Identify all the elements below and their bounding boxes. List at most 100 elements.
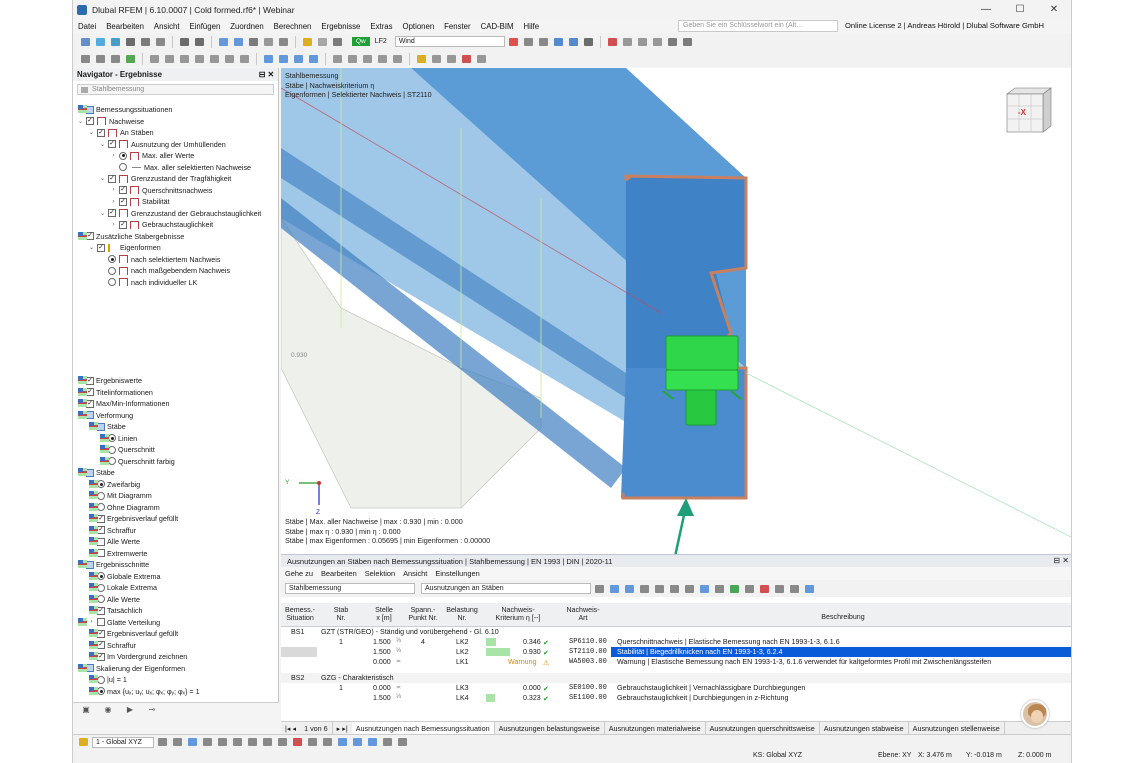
- filter-icon[interactable]: [507, 36, 520, 48]
- tab-by-situation[interactable]: Ausnutzungen nach Bemessungssituation: [351, 721, 495, 735]
- tree-item[interactable]: Querschnitt farbig: [99, 456, 175, 467]
- tree-item[interactable]: ›Ergebniswerte: [77, 375, 142, 386]
- layer-icon[interactable]: [306, 736, 319, 748]
- tree-item[interactable]: ⌄Eigenformen: [88, 242, 161, 253]
- tree-item[interactable]: ⌄Grenzzustand der Gebrauchstauglichkeit: [99, 208, 261, 219]
- tree-item[interactable]: Extremwerte: [88, 548, 147, 559]
- tree-item[interactable]: Max/Min-Informationen: [77, 398, 170, 409]
- menu-ansicht[interactable]: Ansicht: [149, 22, 185, 31]
- tree-item[interactable]: ⌄An Stäben: [88, 127, 154, 138]
- hinge-icon[interactable]: [681, 36, 694, 48]
- snap-icon[interactable]: [277, 53, 290, 65]
- menu-bearbeiten[interactable]: Bearbeiten: [101, 22, 149, 31]
- view-icon[interactable]: [186, 736, 199, 748]
- osnap-icon[interactable]: [171, 736, 184, 748]
- zoom-all-icon[interactable]: [381, 736, 394, 748]
- table-row[interactable]: 1.500 ⅓ LK4 0.323 ✔ SE1100.00 Gebrauchst…: [281, 693, 1071, 703]
- coordinate-system-combo[interactable]: 1 - Global XYZ: [92, 736, 154, 748]
- camera-icon[interactable]: [277, 36, 290, 48]
- navigator-close-icon[interactable]: ⊟ ✕: [259, 70, 274, 79]
- columns-icon[interactable]: [668, 583, 681, 595]
- tree-item[interactable]: Tatsächlich: [88, 605, 143, 616]
- results-icon[interactable]: [316, 36, 329, 48]
- rotate-icon[interactable]: [178, 53, 191, 65]
- measure-icon[interactable]: [331, 53, 344, 65]
- cloud-icon[interactable]: [109, 36, 122, 48]
- prev-icon[interactable]: [593, 583, 606, 595]
- marker-icon[interactable]: [758, 583, 771, 595]
- workplane-icon[interactable]: [292, 53, 305, 65]
- results-menu-goto[interactable]: Gehe zu: [281, 569, 317, 578]
- tab-by-material[interactable]: Ausnutzungen materialweise: [605, 721, 706, 735]
- tab-by-section[interactable]: Ausnutzungen querschnittsweise: [706, 721, 820, 735]
- results-menu-view[interactable]: Ansicht: [399, 569, 431, 578]
- pager-next-icon[interactable]: ▸ ▸|: [333, 722, 352, 735]
- table-row-selected[interactable]: 1.500 ⅓ LK2 0.930 ✔ ST2110.00 Stabilität…: [281, 647, 1071, 657]
- design-addon-combo[interactable]: Stahlbemessung: [285, 583, 415, 594]
- delete-icon[interactable]: [606, 36, 619, 48]
- filter-table-icon[interactable]: [698, 583, 711, 595]
- view-cube[interactable]: -X: [1005, 86, 1053, 134]
- tree-item[interactable]: Titelinformationen: [77, 387, 153, 398]
- menu-einfuegen[interactable]: Einfügen: [185, 22, 226, 31]
- results-menu-settings[interactable]: Einstellungen: [431, 569, 483, 578]
- values-icon[interactable]: [430, 53, 443, 65]
- print-table-icon[interactable]: [743, 583, 756, 595]
- view-mode-icon[interactable]: [217, 36, 230, 48]
- snap-grid-icon[interactable]: [156, 736, 169, 748]
- scale-icon[interactable]: [208, 53, 221, 65]
- group-row[interactable]: BS1 GZT (STR/GEO) - Ständig und vorüberg…: [281, 627, 1071, 637]
- top-view-icon[interactable]: [366, 736, 379, 748]
- search-icon[interactable]: [773, 583, 786, 595]
- tree-item[interactable]: Zweifarbig: [88, 479, 140, 490]
- tree-item[interactable]: Schraffur: [88, 525, 136, 536]
- minimize-button[interactable]: —: [969, 0, 1003, 19]
- coordinate-system-icon[interactable]: [77, 736, 90, 748]
- close-button[interactable]: ✕: [1037, 0, 1071, 19]
- menu-hilfe[interactable]: Hilfe: [519, 22, 545, 31]
- rows-icon[interactable]: [683, 583, 696, 595]
- export-icon[interactable]: [653, 583, 666, 595]
- ortho-mode-icon[interactable]: [201, 736, 214, 748]
- connect-icon[interactable]: [238, 53, 251, 65]
- tree-item[interactable]: ⌄Ausnutzung der Umhüllenden: [99, 139, 226, 150]
- funnel-icon[interactable]: [803, 583, 816, 595]
- isometric-icon[interactable]: [336, 736, 349, 748]
- member-icon[interactable]: [522, 36, 535, 48]
- tree-item[interactable]: Alle Werte: [88, 536, 140, 547]
- dimension-icon[interactable]: [582, 36, 595, 48]
- menu-berechnen[interactable]: Berechnen: [269, 22, 317, 31]
- tree-item[interactable]: Linien: [99, 433, 137, 444]
- table-row[interactable]: 1 0.000 ≍ LK3 0.000 ✔ SE0100.00 Gebrauch…: [281, 683, 1071, 693]
- tree-item[interactable]: Querschnitt: [99, 444, 155, 455]
- tree-item[interactable]: Im Vordergrund zeichnen: [88, 651, 187, 662]
- undo-icon[interactable]: [178, 36, 191, 48]
- tree-item[interactable]: |u| = 1: [88, 674, 127, 685]
- tab-by-location[interactable]: Ausnutzungen stellenweise: [909, 721, 1005, 735]
- tree-item[interactable]: nach maßgebendem Nachweis: [99, 265, 230, 276]
- calculator-icon[interactable]: [247, 36, 260, 48]
- maximize-button[interactable]: ☐: [1003, 0, 1037, 19]
- tree-item[interactable]: ⌄Grenzzustand der Tragfähigkeit: [99, 173, 231, 184]
- tree-item[interactable]: ⌄Stäbe: [88, 421, 126, 432]
- pan-icon[interactable]: [396, 736, 409, 748]
- results-menu-selection[interactable]: Selektion: [361, 569, 399, 578]
- load-icon[interactable]: [301, 36, 314, 48]
- 3d-viewport[interactable]: Stahlbemessung Stäbe | Nachweiskriterium…: [281, 68, 1071, 554]
- select-icon[interactable]: [79, 53, 92, 65]
- menu-extras[interactable]: Extras: [365, 22, 397, 31]
- menu-cad-bim[interactable]: CAD-BIM: [476, 22, 519, 31]
- combination-icon[interactable]: [331, 36, 344, 48]
- mirror-icon[interactable]: [193, 53, 206, 65]
- menu-datei[interactable]: Datei: [73, 22, 101, 31]
- animation-icon[interactable]: [445, 53, 458, 65]
- results-menu-edit[interactable]: Bearbeiten: [317, 569, 361, 578]
- table-row[interactable]: 0.000 ≍ LK1 Warnung ⚠ WA5003.00 Warnung …: [281, 657, 1071, 667]
- front-view-icon[interactable]: [351, 736, 364, 748]
- tree-item[interactable]: Max. aller selektierten Nachweise: [110, 162, 251, 173]
- move-icon[interactable]: [163, 53, 176, 65]
- tree-item[interactable]: ›Gebrauchstauglichkeit: [110, 219, 214, 230]
- results-tab-icon[interactable]: ⊸: [145, 705, 159, 716]
- ortho-icon[interactable]: [307, 53, 320, 65]
- cube-alt-icon[interactable]: [636, 36, 649, 48]
